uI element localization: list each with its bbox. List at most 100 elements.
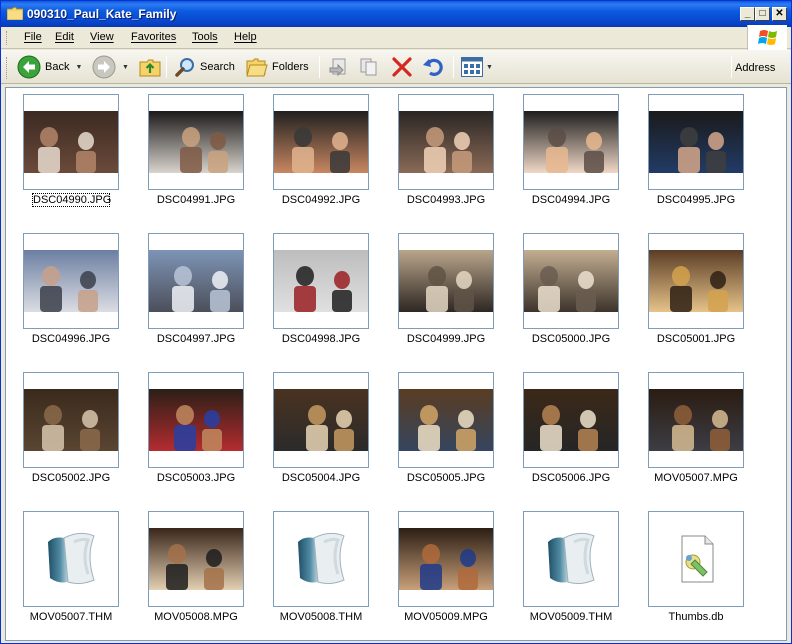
thumbnail-image <box>649 389 743 451</box>
thumbnail-frame[interactable] <box>23 94 119 190</box>
photo-image <box>149 111 243 173</box>
thumbnail-frame[interactable] <box>148 94 244 190</box>
menu-view[interactable]: View <box>90 31 114 43</box>
thumbnail-frame[interactable] <box>648 94 744 190</box>
thumbnail-frame[interactable] <box>273 511 369 607</box>
thumbnail-frame[interactable] <box>523 233 619 329</box>
thumbnail-frame[interactable] <box>648 233 744 329</box>
toolbar-separator <box>731 56 732 78</box>
folders-icon <box>246 58 268 77</box>
copy-to-icon <box>360 58 377 76</box>
address-label[interactable]: Address <box>735 62 775 74</box>
thumbnail-frame[interactable] <box>398 94 494 190</box>
file-name[interactable]: MOV05008.THM <box>257 611 385 623</box>
thumbnail-frame[interactable] <box>648 511 744 607</box>
forward-button[interactable]: ▼ <box>92 54 129 80</box>
file-name[interactable]: DSC04990.JPG <box>32 193 111 207</box>
thumbnail-image <box>24 111 118 173</box>
views-button[interactable]: ▼ <box>461 54 493 80</box>
file-name[interactable]: DSC05003.JPG <box>132 472 260 484</box>
menu-help[interactable]: Help <box>234 31 257 43</box>
folders-label: Folders <box>272 61 309 73</box>
file-name[interactable]: MOV05009.THM <box>507 611 635 623</box>
thumbnail-frame[interactable] <box>648 372 744 468</box>
move-to-button[interactable] <box>328 54 350 80</box>
up-folder-button[interactable] <box>139 54 161 80</box>
back-button[interactable]: Back ▼ <box>17 54 82 80</box>
file-name[interactable]: DSC04993.JPG <box>382 194 510 206</box>
title-bar[interactable]: 090310_Paul_Kate_Family _ □ ✕ <box>1 1 791 27</box>
file-name[interactable]: DSC04997.JPG <box>132 333 260 345</box>
thumbnail-frame[interactable] <box>273 94 369 190</box>
folders-button[interactable]: Folders <box>246 54 309 80</box>
file-thumbnail-view[interactable]: DSC04990.JPG DSC04991.JPG DSC04992.JPG DSC0… <box>5 87 787 641</box>
thumbnail-frame[interactable] <box>523 511 619 607</box>
menu-bar: File Edit View Favorites Tools Help <box>1 27 791 49</box>
toolbar-separator <box>453 56 454 78</box>
thumbnail-frame[interactable] <box>23 372 119 468</box>
explorer-window: 090310_Paul_Kate_Family _ □ ✕ File Edit … <box>0 0 792 644</box>
copy-to-button[interactable] <box>358 54 380 80</box>
photo-image <box>649 389 743 451</box>
menu-edit[interactable]: Edit <box>55 31 74 43</box>
views-dropdown-icon[interactable]: ▼ <box>486 64 493 71</box>
generic-file-icon <box>681 535 714 583</box>
maximize-button[interactable]: □ <box>755 7 770 21</box>
forward-dropdown-icon[interactable]: ▼ <box>122 64 129 71</box>
menu-favorites[interactable]: Favorites <box>131 31 176 43</box>
thumbnail-frame[interactable] <box>148 233 244 329</box>
file-name[interactable]: DSC04998.JPG <box>257 333 385 345</box>
file-name[interactable]: MOV05007.THM <box>7 611 135 623</box>
file-name[interactable]: DSC05001.JPG <box>632 333 760 345</box>
toolbar-grip[interactable] <box>6 57 9 79</box>
undo-button[interactable] <box>422 54 444 80</box>
thumbnail-frame[interactable] <box>148 372 244 468</box>
thm-file-icon <box>48 532 95 585</box>
file-name[interactable]: MOV05008.MPG <box>132 611 260 623</box>
thumbnail-frame[interactable] <box>23 233 119 329</box>
photo-image <box>149 389 243 451</box>
search-button[interactable]: Search <box>174 54 235 80</box>
file-name[interactable]: DSC04995.JPG <box>632 194 760 206</box>
thumbnail-image <box>649 250 743 312</box>
thumbnail-frame[interactable] <box>523 94 619 190</box>
file-name[interactable]: Thumbs.db <box>632 611 760 623</box>
thumbnail-frame[interactable] <box>273 233 369 329</box>
thumbnail-frame[interactable] <box>398 233 494 329</box>
close-button[interactable]: ✕ <box>772 7 787 21</box>
thumbnail-frame[interactable] <box>398 372 494 468</box>
thm-file-icon <box>298 532 345 585</box>
file-name[interactable]: DSC05004.JPG <box>257 472 385 484</box>
thumbnail-frame[interactable] <box>273 372 369 468</box>
file-name[interactable]: DSC04991.JPG <box>132 194 260 206</box>
file-name[interactable]: DSC04999.JPG <box>382 333 510 345</box>
thumbnail-image <box>24 250 118 312</box>
file-name[interactable]: DSC05006.JPG <box>507 472 635 484</box>
file-name[interactable]: MOV05009.MPG <box>382 611 510 623</box>
menu-grip[interactable] <box>6 31 9 45</box>
forward-arrow-icon <box>92 55 116 79</box>
thumbnail-frame[interactable] <box>398 511 494 607</box>
menu-file[interactable]: File <box>24 31 42 43</box>
file-name[interactable]: DSC04994.JPG <box>507 194 635 206</box>
thumbnail-frame[interactable] <box>523 372 619 468</box>
undo-icon <box>423 58 443 76</box>
windows-logo <box>747 25 787 51</box>
file-name[interactable]: MOV05007.MPG <box>632 472 760 484</box>
thumbnail-frame[interactable] <box>148 511 244 607</box>
menu-tools[interactable]: Tools <box>192 31 218 43</box>
file-name[interactable]: DSC04996.JPG <box>7 333 135 345</box>
thumbnail-image <box>524 389 618 451</box>
thumbnail-image <box>649 111 743 173</box>
thumbnail-frame[interactable] <box>23 511 119 607</box>
file-name[interactable]: DSC04992.JPG <box>257 194 385 206</box>
delete-button[interactable] <box>391 54 413 80</box>
back-dropdown-icon[interactable]: ▼ <box>75 64 82 71</box>
thumbnail-image <box>149 528 243 590</box>
file-name[interactable]: DSC05000.JPG <box>507 333 635 345</box>
minimize-button[interactable]: _ <box>740 7 755 21</box>
photo-image <box>274 250 368 312</box>
file-name[interactable]: DSC05002.JPG <box>7 472 135 484</box>
file-name[interactable]: DSC05005.JPG <box>382 472 510 484</box>
thumbnail-image <box>399 389 493 451</box>
